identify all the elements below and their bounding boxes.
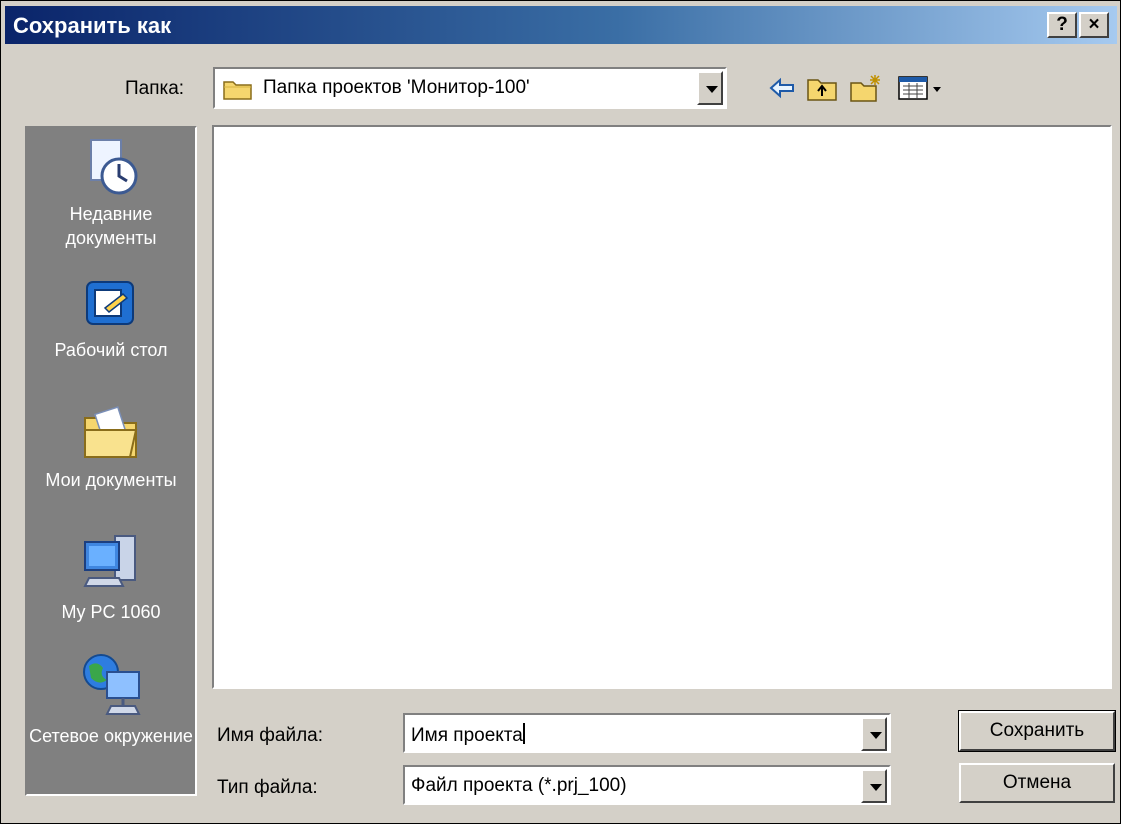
filetype-select[interactable]: Файл проекта (*.prj_100) <box>403 765 891 805</box>
help-button[interactable]: ? <box>1047 12 1077 38</box>
close-button[interactable]: × <box>1079 12 1109 38</box>
place-label: Недавние документы <box>65 204 157 248</box>
desktop-icon <box>86 281 134 325</box>
filetype-label: Тип файла: <box>217 777 318 798</box>
filetype-dropdown-button[interactable] <box>861 769 887 803</box>
place-my-documents[interactable]: Мои документы <box>27 400 195 492</box>
network-icon <box>83 654 141 715</box>
new-folder-icon[interactable] <box>849 73 883 103</box>
back-icon[interactable] <box>765 73 799 103</box>
place-label: Сетевое окружение <box>29 726 193 746</box>
recent-documents-icon <box>90 139 138 195</box>
up-folder-icon[interactable] <box>805 73 839 103</box>
place-label: Мои документы <box>45 470 177 490</box>
folder-icon <box>223 81 252 100</box>
folder-select[interactable]: Папка проектов 'Монитор-100' <box>213 67 727 109</box>
filetype-value: Файл проекта (*.prj_100) <box>411 775 627 796</box>
place-my-computer[interactable]: My PC 1060 <box>27 532 195 624</box>
file-list[interactable] <box>212 125 1112 689</box>
my-computer-icon <box>83 535 136 587</box>
current-folder: Папка проектов 'Монитор-100' <box>263 77 530 98</box>
dialog-title: Сохранить как <box>13 13 172 38</box>
view-menu-icon[interactable] <box>897 73 947 103</box>
save-button[interactable]: Сохранить <box>958 710 1116 752</box>
folder-label: Папка: <box>125 78 185 99</box>
my-documents-icon <box>84 406 138 458</box>
place-label: My PC 1060 <box>61 602 161 622</box>
filename-label: Имя файла: <box>217 725 324 746</box>
cancel-button[interactable]: Отмена <box>959 763 1115 803</box>
filename-value: Имя проекта <box>411 725 523 746</box>
place-label: Рабочий стол <box>54 340 168 360</box>
text-cursor <box>522 723 525 744</box>
place-recent[interactable]: Недавние документы <box>27 134 195 250</box>
save-as-dialog: Сохранить как ? × Папка: Папка проектов … <box>0 0 1121 824</box>
title-bar[interactable]: Сохранить как ? × <box>5 6 1117 44</box>
place-desktop[interactable]: Рабочий стол <box>27 278 195 362</box>
filename-dropdown-button[interactable] <box>861 717 887 751</box>
filename-input[interactable]: Имя проекта <box>403 713 891 753</box>
place-network[interactable]: Сетевое окружение <box>27 650 195 748</box>
places-bar: Недавние документы Рабочий стол Мои доку… <box>25 126 197 796</box>
folder-dropdown-button[interactable] <box>697 71 723 105</box>
